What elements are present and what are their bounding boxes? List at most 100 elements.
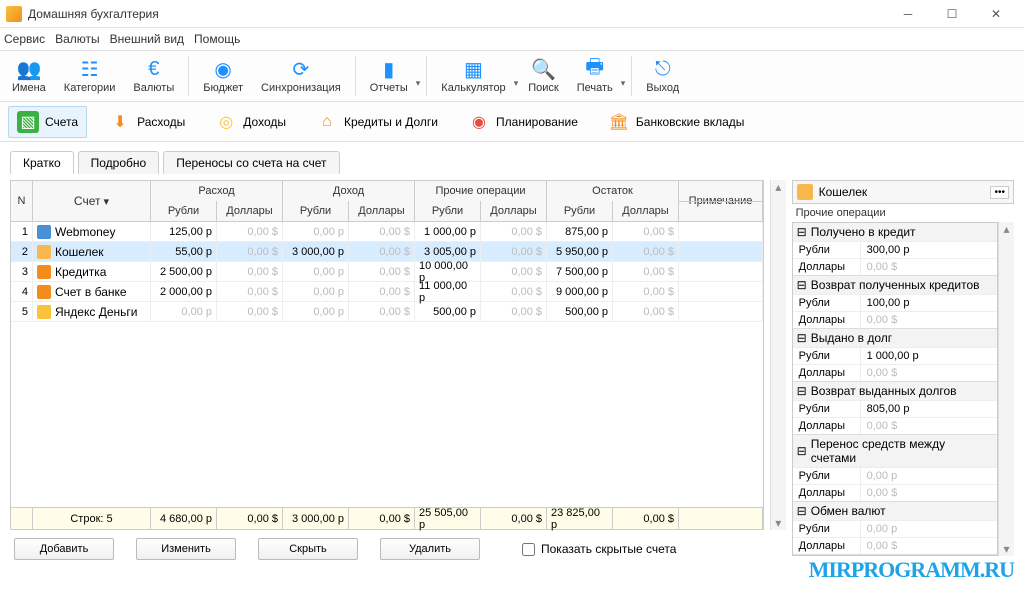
- tool-sync[interactable]: ⟳Синхронизация: [253, 56, 349, 96]
- col-bal-usd[interactable]: Доллары: [613, 201, 679, 221]
- chevron-down-icon[interactable]: ▾: [621, 64, 626, 89]
- window-title: Домашняя бухгалтерия: [28, 7, 886, 21]
- titlebar: Домашняя бухгалтерия ─ ☐ ✕: [0, 0, 1024, 28]
- footer-rowcount: Строк: 5: [33, 508, 151, 529]
- side-row: Рубли805,00 р: [793, 400, 997, 417]
- navtab-deposits[interactable]: 🏛Банковские вклады: [600, 107, 753, 137]
- navtab-expenses[interactable]: ⬇Расходы: [101, 107, 193, 137]
- toolbar-sep: [426, 56, 427, 96]
- add-button[interactable]: Добавить: [14, 538, 114, 560]
- sync-icon: ⟳: [290, 58, 312, 80]
- table-row[interactable]: 5Яндекс Деньги0,00 р0,00 $0,00 р0,00 $50…: [11, 302, 763, 322]
- navtab-planning[interactable]: ◉Планирование: [460, 107, 586, 137]
- show-hidden-checkbox[interactable]: Показать скрытые счета: [522, 542, 676, 556]
- navtab-loans[interactable]: ⌂Кредиты и Долги: [308, 107, 446, 137]
- col-expense[interactable]: Расход: [151, 181, 283, 201]
- table-row[interactable]: 1Webmoney125,00 р0,00 $0,00 р0,00 $1 000…: [11, 222, 763, 242]
- side-panel: Кошелек ••• Прочие операции ⊟Получено в …: [792, 180, 1014, 530]
- tool-names[interactable]: 👥Имена: [4, 56, 54, 96]
- col-bal-rub[interactable]: Рубли: [547, 201, 613, 221]
- app-icon: [6, 6, 22, 22]
- side-row: Доллары0,00 $: [793, 484, 997, 501]
- tool-print[interactable]: 🖶Печать: [569, 56, 621, 96]
- close-button[interactable]: ✕: [974, 0, 1018, 28]
- collapse-icon: ⊟: [797, 384, 807, 398]
- side-title: Кошелек: [819, 185, 868, 199]
- side-scrollbar[interactable]: ▴▾: [998, 222, 1014, 556]
- exit-icon: ⎋: [652, 58, 674, 80]
- chevron-down-icon[interactable]: ▾: [514, 64, 519, 89]
- search-icon: 🔍: [532, 58, 554, 80]
- col-oth-usd[interactable]: Доллары: [481, 201, 547, 221]
- table-row[interactable]: 3Кредитка2 500,00 р0,00 $0,00 р0,00 $10 …: [11, 262, 763, 282]
- col-exp-rub[interactable]: Рубли: [151, 201, 217, 221]
- navtabs: ▧Счета ⬇Расходы ◎Доходы ⌂Кредиты и Долги…: [0, 102, 1024, 142]
- chevron-down-icon[interactable]: ▾: [416, 64, 421, 89]
- tool-calc[interactable]: ▦Калькулятор: [433, 56, 513, 96]
- side-group-header[interactable]: ⊟Возврат полученных кредитов: [793, 276, 997, 294]
- table-row[interactable]: 4Счет в банке2 000,00 р0,00 $0,00 р0,00 …: [11, 282, 763, 302]
- vertical-scrollbar[interactable]: ▴▾: [770, 180, 786, 530]
- minimize-button[interactable]: ─: [886, 0, 930, 28]
- col-inc-usd[interactable]: Доллары: [349, 201, 415, 221]
- side-group-header[interactable]: ⊟Обмен валют: [793, 502, 997, 520]
- side-row: Рубли100,00 р: [793, 294, 997, 311]
- account-icon: [37, 265, 51, 279]
- col-account[interactable]: Счет ▾: [33, 181, 151, 221]
- viewtab-brief[interactable]: Кратко: [10, 151, 74, 174]
- tool-currencies[interactable]: €Валюты: [125, 56, 182, 96]
- col-balance[interactable]: Остаток: [547, 181, 679, 201]
- menu-currencies[interactable]: Валюты: [55, 32, 100, 46]
- tool-search[interactable]: 🔍Поиск: [520, 56, 566, 96]
- side-row: Доллары0,00 $: [793, 258, 997, 275]
- table-body: 1Webmoney125,00 р0,00 $0,00 р0,00 $1 000…: [11, 222, 763, 365]
- main-area: N Счет ▾ Расход Доход Прочие операции Ос…: [0, 174, 1024, 530]
- accounts-table: N Счет ▾ Расход Доход Прочие операции Ос…: [10, 180, 764, 530]
- maximize-button[interactable]: ☐: [930, 0, 974, 28]
- navtab-income[interactable]: ◎Доходы: [207, 107, 294, 137]
- show-hidden-input[interactable]: [522, 543, 535, 556]
- side-row: Рубли1 000,00 р: [793, 347, 997, 364]
- account-icon: [37, 305, 51, 319]
- viewtab-transfers[interactable]: Переносы со счета на счет: [163, 151, 339, 174]
- collapse-icon: ⊟: [797, 504, 807, 518]
- col-n[interactable]: N: [11, 181, 33, 221]
- menu-appearance[interactable]: Внешний вид: [110, 32, 184, 46]
- menubar: Сервис Валюты Внешний вид Помощь: [0, 28, 1024, 50]
- toolbar: 👥Имена ☷Категории €Валюты ◉Бюджет ⟳Синхр…: [0, 50, 1024, 102]
- print-icon: 🖶: [584, 58, 606, 80]
- tool-budget[interactable]: ◉Бюджет: [195, 56, 251, 96]
- col-oth-rub[interactable]: Рубли: [415, 201, 481, 221]
- col-inc-rub[interactable]: Рубли: [283, 201, 349, 221]
- side-group-header[interactable]: ⊟Перенос средств между счетами: [793, 435, 997, 467]
- delete-button[interactable]: Удалить: [380, 538, 480, 560]
- side-group-header[interactable]: ⊟Выдано в долг: [793, 329, 997, 347]
- collapse-icon: ⊟: [797, 444, 807, 458]
- table-footer: Строк: 5 4 680,00 р0,00 $ 3 000,00 р0,00…: [11, 507, 763, 529]
- tool-exit[interactable]: ⎋Выход: [638, 56, 687, 96]
- watermark: MIRPROGRAMM.RU: [809, 557, 1014, 583]
- menu-service[interactable]: Сервис: [4, 32, 45, 46]
- navtab-accounts[interactable]: ▧Счета: [8, 106, 87, 138]
- hide-button[interactable]: Скрыть: [258, 538, 358, 560]
- col-income[interactable]: Доход: [283, 181, 415, 201]
- wallet-icon: [797, 184, 813, 200]
- menu-help[interactable]: Помощь: [194, 32, 240, 46]
- side-options-button[interactable]: •••: [990, 186, 1009, 199]
- side-group-header[interactable]: ⊟Возврат выданных долгов: [793, 382, 997, 400]
- side-row: Доллары0,00 $: [793, 311, 997, 328]
- table-row[interactable]: 2Кошелек55,00 р0,00 $3 000,00 р0,00 $3 0…: [11, 242, 763, 262]
- toolbar-sep: [355, 56, 356, 96]
- euro-icon: €: [143, 58, 165, 80]
- calculator-icon: ▦: [462, 58, 484, 80]
- side-row: Рубли0,00 р: [793, 520, 997, 537]
- collapse-icon: ⊟: [797, 331, 807, 345]
- edit-button[interactable]: Изменить: [136, 538, 236, 560]
- tool-reports[interactable]: ▮Отчеты: [362, 56, 416, 96]
- side-group-header[interactable]: ⊟Получено в кредит: [793, 223, 997, 241]
- col-other[interactable]: Прочие операции: [415, 181, 547, 201]
- tool-categories[interactable]: ☷Категории: [56, 56, 124, 96]
- col-exp-usd[interactable]: Доллары: [217, 201, 283, 221]
- viewtab-detailed[interactable]: Подробно: [78, 151, 160, 174]
- account-icon: [37, 225, 51, 239]
